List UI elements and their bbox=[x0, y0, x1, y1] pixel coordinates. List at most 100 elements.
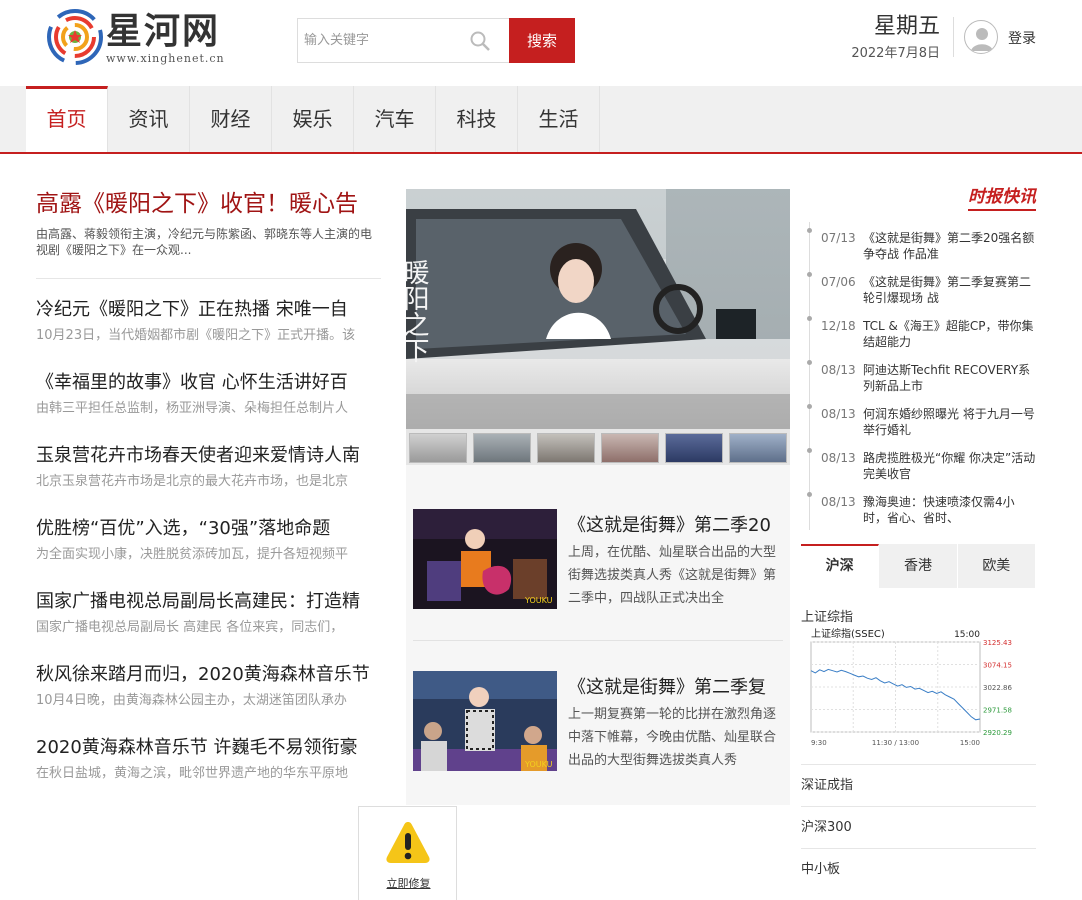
flash-news-item[interactable]: 08/13 何润东婚纱照曝光 将于九月一号举行婚礼 bbox=[807, 398, 1037, 442]
flash-news-item[interactable]: 08/13 阿迪达斯Techfit RECOVERY系列新品上市 bbox=[807, 354, 1037, 398]
stock-tab-0[interactable]: 沪深 bbox=[801, 544, 880, 588]
chart-y-tick-label: 3022.86 bbox=[983, 684, 1012, 692]
warning-popup: 立即修复 bbox=[358, 806, 457, 900]
news-item[interactable]: 冷纪元《暖阳之下》正在热播 宋唯一自 10月23日，当代婚姻都市剧《暖阳之下》正式… bbox=[36, 296, 381, 352]
nav-item-0[interactable]: 首页 bbox=[26, 86, 108, 152]
flash-news-date: 08/13 bbox=[821, 407, 856, 421]
logo-name: 星河网 bbox=[106, 11, 221, 52]
chart-time-label: 15:00 bbox=[954, 630, 980, 640]
chart-x-tick-label: 15:00 bbox=[960, 739, 980, 747]
flash-news-list: 07/13 《这就是街舞》第二季20强名额争夺战 作品准 07/06 《这就是街舞》第… bbox=[807, 222, 1037, 530]
flash-news-item[interactable]: 07/06 《这就是街舞》第二季复赛第二轮引爆现场 战 bbox=[807, 266, 1037, 310]
nav-item-3[interactable]: 娱乐 bbox=[272, 86, 354, 152]
logo-domain: www.xinghenet.cn bbox=[106, 52, 225, 65]
chart-x-tick-label: 11:30 / 13:00 bbox=[872, 739, 919, 747]
search-icon[interactable] bbox=[469, 30, 491, 52]
nav-item-2[interactable]: 财经 bbox=[190, 86, 272, 152]
news-summary: 为全面实现小康，决胜脱贫添砖加瓦，提升各短视频平 bbox=[36, 547, 349, 562]
index-row[interactable]: 中小板 bbox=[801, 848, 1036, 890]
login-link[interactable]: 登录 bbox=[1008, 28, 1036, 48]
warning-icon bbox=[386, 822, 430, 863]
flash-news-text[interactable]: 何润东婚纱照曝光 将于九月一号举行婚礼 bbox=[863, 406, 1037, 440]
feature-title[interactable]: 《这就是街舞》第二季复 bbox=[568, 675, 783, 701]
search-bar: 搜索 bbox=[297, 18, 577, 63]
flash-news-text[interactable]: 路虎揽胜极光“你耀 你决定”活动完美收官 bbox=[863, 450, 1037, 484]
news-title[interactable]: 2020黄海森林音乐节 许巍毛不易领衔豪 bbox=[36, 734, 381, 762]
news-item[interactable]: 2020黄海森林音乐节 许巍毛不易领衔豪 在秋日盐城，黄海之滨，毗邻世界遗产地的华… bbox=[36, 734, 381, 790]
index-row[interactable]: 深证成指 bbox=[801, 764, 1036, 806]
chart-title: 上证综指(SSEC) bbox=[811, 627, 885, 640]
slide-thumbnail[interactable] bbox=[729, 433, 787, 463]
news-summary: 10月4日晚，由黄海森林公园主办，太湖迷笛团队承办 bbox=[36, 693, 347, 708]
index-row[interactable]: 沪深300 bbox=[801, 806, 1036, 848]
news-title[interactable]: 玉泉营花卉市场春天使者迎来爱情诗人南 bbox=[36, 442, 381, 470]
nav-item-6[interactable]: 生活 bbox=[518, 86, 600, 152]
news-item[interactable]: 《幸福里的故事》收官 心怀生活讲好百 由韩三平担任总监制，杨亚洲导演、朵梅担任总制… bbox=[36, 369, 381, 425]
chart-y-tick-label: 3125.43 bbox=[983, 639, 1012, 647]
feature-image[interactable]: YOUKU bbox=[413, 509, 557, 609]
flash-news-item[interactable]: 12/18 TCL &《海王》超能CP，带你集结超能力 bbox=[807, 310, 1037, 354]
news-summary: 10月23日，当代婚姻都市剧《暖阳之下》正式开播。该 bbox=[36, 328, 356, 343]
slide-thumbnail[interactable] bbox=[665, 433, 723, 463]
flash-news-text[interactable]: 阿迪达斯Techfit RECOVERY系列新品上市 bbox=[863, 362, 1037, 396]
chart-y-tick-label: 2920.29 bbox=[983, 729, 1012, 737]
news-item[interactable]: 国家广播电视总局副局长高建民：打造精 国家广播电视总局副局长 高建民 各位来宾，同… bbox=[36, 588, 381, 644]
site-logo[interactable]: 星河网 www.xinghenet.cn bbox=[46, 8, 246, 68]
flash-news-text[interactable]: TCL &《海王》超能CP，带你集结超能力 bbox=[863, 318, 1037, 352]
index-name[interactable]: 上证综指 bbox=[801, 606, 853, 625]
news-title[interactable]: 秋风徐来踏月而归，2020黄海森林音乐节 bbox=[36, 661, 381, 689]
slideshow-thumbnails bbox=[406, 429, 790, 465]
slide-thumbnail[interactable] bbox=[537, 433, 595, 463]
feature-title[interactable]: 《这就是街舞》第二季20 bbox=[568, 513, 783, 539]
stock-tabs: 沪深 香港 欧美 bbox=[801, 544, 1036, 588]
feature-panel: 暖阳之下 YOUKU 《这就是街舞》第二季20 上周，在优酷、灿星联合出品的大型… bbox=[406, 189, 790, 805]
flash-news-item[interactable]: 07/13 《这就是街舞》第二季20强名额争夺战 作品准 bbox=[807, 222, 1037, 266]
slide-thumbnail[interactable] bbox=[409, 433, 467, 463]
news-item[interactable]: 玉泉营花卉市场春天使者迎来爱情诗人南北京玉泉营花卉市场是北京的最大花卉市场，也是… bbox=[36, 442, 381, 498]
news-title[interactable]: 优胜榜“百优”入选，“30强”落地命题 bbox=[36, 515, 381, 543]
news-item[interactable]: 秋风徐来踏月而归，2020黄海森林音乐节 10月4日晚，由黄海森林公园主办，太湖迷… bbox=[36, 661, 381, 717]
slide-thumbnail[interactable] bbox=[601, 433, 659, 463]
flash-news-title[interactable]: 时报快讯 bbox=[968, 182, 1036, 211]
flash-news-date: 08/13 bbox=[821, 363, 856, 377]
feature-article[interactable]: YOUKU 《这就是街舞》第二季复 上一期复赛第一轮的比拼在激烈角逐中落下帷幕，… bbox=[413, 671, 783, 791]
slideshow-image[interactable]: 暖阳之下 bbox=[406, 189, 790, 429]
index-chart-svg: 3125.43 3074.15 3022.86 2971.58 2920.29 上证综指(… bbox=[810, 627, 1012, 747]
nav-item-4[interactable]: 汽车 bbox=[354, 86, 436, 152]
feature-image[interactable]: YOUKU bbox=[413, 671, 557, 771]
fix-now-link[interactable]: 立即修复 bbox=[359, 875, 458, 891]
user-avatar-icon[interactable] bbox=[964, 20, 998, 54]
weekday: 星期五 bbox=[873, 14, 940, 39]
index-chart[interactable]: 3125.43 3074.15 3022.86 2971.58 2920.29 上证综指(… bbox=[809, 626, 1024, 750]
nav-item-1[interactable]: 资讯 bbox=[108, 86, 190, 152]
site-header: 星河网 www.xinghenet.cn 搜索 星期五 2022年7月8日 登录 bbox=[0, 0, 1082, 86]
flash-news-item[interactable]: 08/13 路虎揽胜极光“你耀 你决定”活动完美收官 bbox=[807, 442, 1037, 486]
slide-thumbnail[interactable] bbox=[473, 433, 531, 463]
nav-items: 首页 资讯 财经 娱乐 汽车 科技 生活 bbox=[26, 86, 600, 152]
feature-summary: 上周，在优酷、灿星联合出品的大型街舞选拔类真人秀《这就是街舞》第二季中，四战队正… bbox=[568, 545, 777, 606]
feature-divider bbox=[413, 640, 783, 641]
news-title[interactable]: 冷纪元《暖阳之下》正在热播 宋唯一自 bbox=[36, 296, 381, 324]
flash-news-date: 07/13 bbox=[821, 231, 856, 245]
chart-y-tick-label: 3074.15 bbox=[983, 661, 1012, 669]
flash-news-text[interactable]: 《这就是街舞》第二季复赛第二轮引爆现场 战 bbox=[863, 274, 1037, 308]
feature-article[interactable]: YOUKU 《这就是街舞》第二季20 上周，在优酷、灿星联合出品的大型街舞选拔类… bbox=[413, 509, 783, 629]
stock-tab-1[interactable]: 香港 bbox=[879, 544, 958, 588]
stock-tab-2[interactable]: 欧美 bbox=[958, 544, 1036, 588]
feature-summary: 上一期复赛第一轮的比拼在激烈角逐中落下帷幕，今晚由优酷、灿星联合出品的大型街舞选… bbox=[568, 707, 777, 768]
lead-divider bbox=[36, 278, 381, 279]
news-summary: 北京玉泉营花卉市场是北京的最大花卉市场，也是北京 bbox=[36, 474, 349, 489]
nav-item-5[interactable]: 科技 bbox=[436, 86, 518, 152]
date-text: 2022年7月8日 bbox=[851, 46, 940, 61]
main-nav: 首页 资讯 财经 娱乐 汽车 科技 生活 bbox=[0, 86, 1082, 154]
flash-news-item[interactable]: 08/13 豫海奥迪：快速喷漆仅需4小时，省心、省时、 bbox=[807, 486, 1037, 530]
flash-news-text[interactable]: 豫海奥迪：快速喷漆仅需4小时，省心、省时、 bbox=[863, 494, 1037, 528]
news-title[interactable]: 国家广播电视总局副局长高建民：打造精 bbox=[36, 588, 381, 616]
search-button[interactable]: 搜索 bbox=[509, 18, 575, 63]
index-list: 深证成指 沪深300 中小板 bbox=[801, 764, 1036, 890]
lead-headline[interactable]: 高露《暖阳之下》收官！暖心告 bbox=[36, 186, 381, 222]
feature-image-watermark: YOUKU bbox=[524, 760, 553, 769]
news-item[interactable]: 优胜榜“百优”入选，“30强”落地命题为全面实现小康，决胜脱贫添砖加瓦，提升各短… bbox=[36, 515, 381, 571]
flash-news-text[interactable]: 《这就是街舞》第二季20强名额争夺战 作品准 bbox=[863, 230, 1037, 264]
news-title[interactable]: 《幸福里的故事》收官 心怀生活讲好百 bbox=[36, 369, 381, 397]
